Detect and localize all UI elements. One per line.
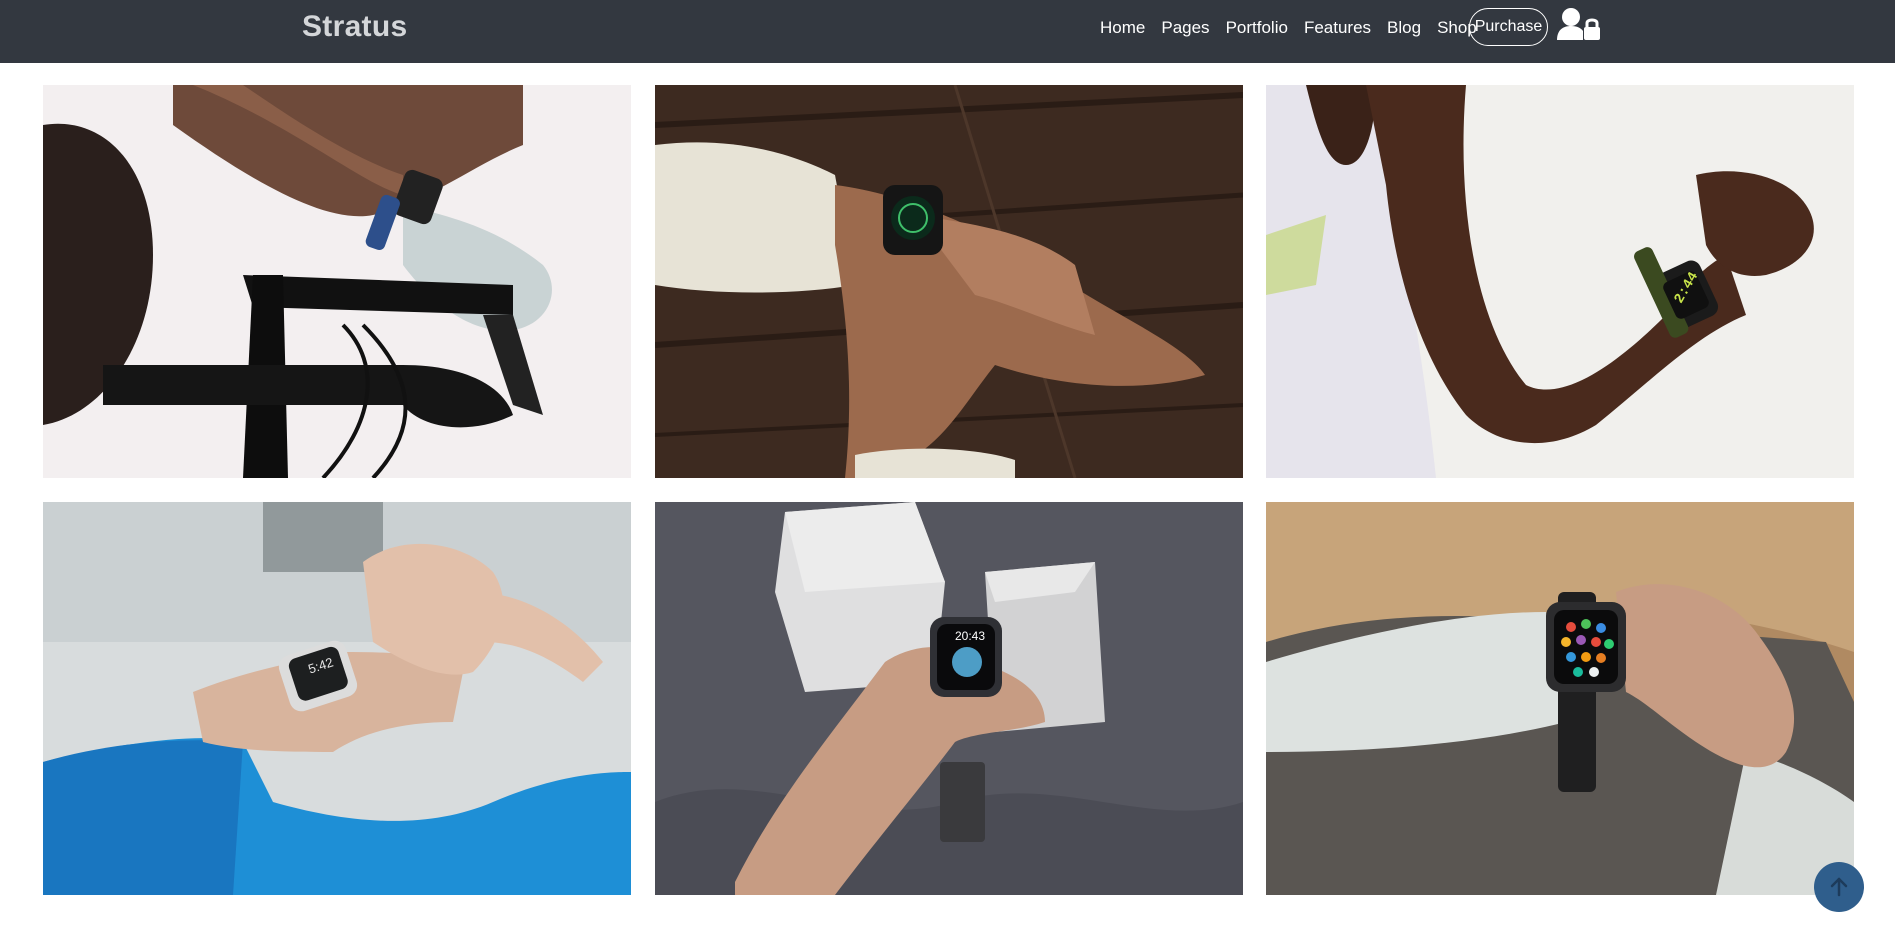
purchase-button[interactable]: Purchase: [1469, 8, 1548, 46]
top-navbar: Stratus Home Pages Portfolio Features Bl…: [0, 0, 1895, 63]
gallery-photo-blue-sleeve[interactable]: 5:42: [43, 502, 631, 895]
nav-features[interactable]: Features: [1304, 18, 1371, 38]
gallery-photo-app-grid[interactable]: [1266, 502, 1854, 895]
gallery-photo-cyclist[interactable]: [43, 85, 631, 478]
nav-blog[interactable]: Blog: [1387, 18, 1421, 38]
gallery-photo-runner-arm[interactable]: 2:44: [1266, 85, 1854, 478]
nav-pages[interactable]: Pages: [1161, 18, 1209, 38]
nav-home[interactable]: Home: [1100, 18, 1145, 38]
user-lock-icon[interactable]: [1557, 6, 1601, 42]
gallery-photo-grey-background[interactable]: 20:43: [655, 502, 1243, 895]
nav-portfolio[interactable]: Portfolio: [1226, 18, 1288, 38]
scroll-to-top-button[interactable]: [1814, 862, 1864, 912]
watch-time-photo5: 20:43: [955, 629, 986, 643]
gallery-photo-wooden-table[interactable]: [655, 85, 1243, 478]
brand-logo[interactable]: Stratus: [302, 10, 407, 44]
arrow-up-icon: [1830, 877, 1848, 897]
main-nav: Home Pages Portfolio Features Blog Shop: [1100, 18, 1493, 38]
